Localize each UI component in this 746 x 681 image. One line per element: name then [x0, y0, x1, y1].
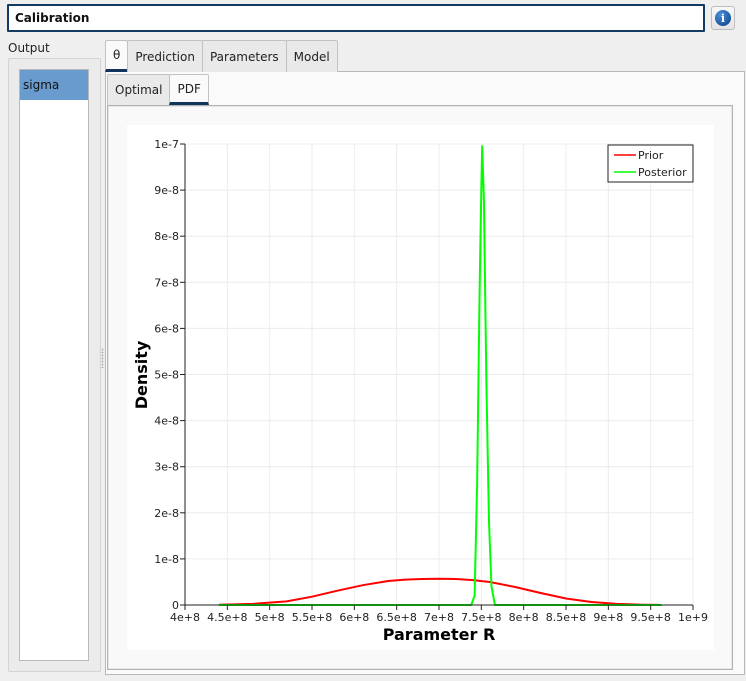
legend-label-prior: Prior: [638, 149, 664, 162]
y-tick-label: 2e-8: [154, 507, 179, 520]
y-axis-ticks: 0 1e-8 2e-8 3e-8 4e-8 5e-8 6e-8 7e-8 8e-8 9e-8 1e-…: [154, 138, 185, 612]
y-axis-title: Density: [132, 340, 151, 409]
y-tick-label: 1e-8: [154, 553, 179, 566]
x-tick-label: 4.5e+8: [207, 611, 247, 624]
x-tick-label: 4e+8: [170, 611, 200, 624]
y-tick-label: 8e-8: [154, 230, 179, 243]
y-tick-label: 0: [172, 599, 179, 612]
x-tick-label: 6.5e+8: [376, 611, 416, 624]
y-tick-label: 4e-8: [154, 415, 179, 428]
x-tick-label: 9e+8: [593, 611, 623, 624]
pdf-chart: 4e+8 4.5e+8 5e+8 5.5e+8 6e+8 6.5e+8 7e+8 7.5e+8…: [132, 138, 708, 644]
x-tick-label: 6e+8: [339, 611, 369, 624]
x-tick-label: 5.5e+8: [292, 611, 332, 624]
x-tick-label: 5e+8: [255, 611, 285, 624]
chart-legend: Prior Posterior: [607, 144, 694, 183]
y-tick-label: 6e-8: [154, 322, 179, 335]
x-tick-label: 8.5e+8: [546, 611, 586, 624]
y-tick-label: 3e-8: [154, 461, 179, 474]
x-tick-label: 7e+8: [424, 611, 454, 624]
x-axis-title: Parameter R: [383, 625, 496, 644]
x-tick-label: 1e+9: [678, 611, 708, 624]
y-tick-label: 1e-7: [154, 138, 179, 151]
y-tick-label: 5e-8: [154, 369, 179, 382]
series-line-posterior: [218, 145, 662, 606]
y-tick-label: 9e-8: [154, 184, 179, 197]
chart-grid: [185, 143, 694, 605]
x-tick-label: 9.5e+8: [630, 611, 670, 624]
x-tick-label: 8e+8: [509, 611, 539, 624]
x-axis-ticks: 4e+8 4.5e+8 5e+8 5.5e+8 6e+8 6.5e+8 7e+8 7.5e+8…: [170, 605, 708, 624]
chart-series: [218, 145, 662, 606]
legend-label-posterior: Posterior: [638, 166, 687, 179]
x-tick-label: 7.5e+8: [461, 611, 501, 624]
y-tick-label: 7e-8: [154, 276, 179, 289]
